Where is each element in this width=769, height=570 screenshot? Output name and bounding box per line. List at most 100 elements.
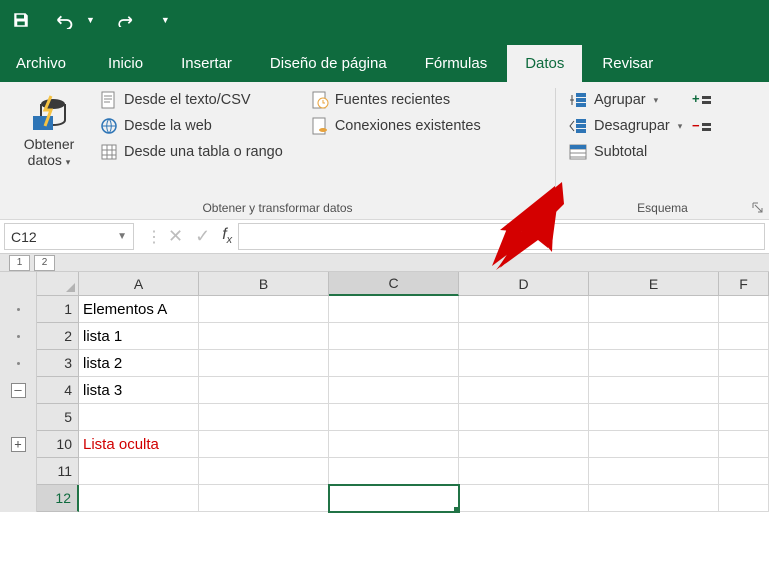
row-header[interactable]: 12 bbox=[37, 485, 79, 512]
cell[interactable] bbox=[329, 404, 459, 431]
select-all-triangle[interactable] bbox=[37, 272, 79, 295]
get-data-button[interactable]: Obtener datos ▾ bbox=[10, 88, 88, 217]
cell[interactable]: Elementos A bbox=[79, 296, 199, 323]
outline-level-2[interactable]: 2 bbox=[34, 255, 55, 271]
tab-insert[interactable]: Insertar bbox=[163, 45, 250, 82]
cell[interactable] bbox=[199, 350, 329, 377]
column-header[interactable]: D bbox=[459, 272, 589, 295]
outline-expand-button[interactable]: + bbox=[11, 437, 26, 452]
ungroup-button[interactable]: Desagrupar ▾ bbox=[566, 116, 684, 136]
from-web-button[interactable]: Desde la web bbox=[98, 116, 285, 136]
cell[interactable] bbox=[199, 485, 329, 512]
recent-sources-button[interactable]: Fuentes recientes bbox=[309, 90, 483, 110]
cell[interactable] bbox=[329, 431, 459, 458]
chevron-down-icon[interactable]: ▼ bbox=[117, 231, 127, 242]
column-header[interactable]: C bbox=[329, 272, 459, 296]
recent-icon bbox=[311, 91, 329, 109]
from-table-button[interactable]: Desde una tabla o rango bbox=[98, 142, 285, 162]
enter-icon[interactable]: ✓ bbox=[195, 226, 210, 247]
cell[interactable] bbox=[459, 458, 589, 485]
cell[interactable] bbox=[199, 431, 329, 458]
dialog-launcher-icon[interactable] bbox=[751, 201, 765, 215]
cell[interactable] bbox=[589, 296, 719, 323]
cell[interactable] bbox=[719, 377, 769, 404]
row-header[interactable]: 3 bbox=[37, 350, 79, 377]
cell[interactable]: lista 3 bbox=[79, 377, 199, 404]
cell[interactable] bbox=[459, 350, 589, 377]
row-header[interactable]: 5 bbox=[37, 404, 79, 431]
row-header[interactable]: 11 bbox=[37, 458, 79, 485]
cell[interactable] bbox=[719, 296, 769, 323]
cell[interactable] bbox=[459, 296, 589, 323]
existing-connections-button[interactable]: Conexiones existentes bbox=[309, 116, 483, 136]
cell[interactable] bbox=[79, 404, 199, 431]
save-icon[interactable] bbox=[12, 11, 30, 29]
tab-formulas[interactable]: Fórmulas bbox=[407, 45, 506, 82]
cell[interactable] bbox=[79, 458, 199, 485]
subtotal-icon bbox=[568, 143, 588, 161]
cell[interactable] bbox=[329, 458, 459, 485]
cancel-icon[interactable]: ✕ bbox=[168, 226, 183, 247]
row-header[interactable]: 2 bbox=[37, 323, 79, 350]
column-header[interactable]: A bbox=[79, 272, 199, 295]
cell[interactable] bbox=[589, 323, 719, 350]
tab-data[interactable]: Datos bbox=[507, 45, 582, 82]
cell[interactable] bbox=[459, 431, 589, 458]
cell[interactable] bbox=[589, 431, 719, 458]
cell[interactable] bbox=[329, 296, 459, 323]
group-button[interactable]: Agrupar ▾ bbox=[566, 90, 684, 110]
row-header[interactable]: 1 bbox=[37, 296, 79, 323]
qat-customize-icon[interactable]: ▼ bbox=[161, 15, 170, 25]
cell[interactable] bbox=[719, 404, 769, 431]
cell[interactable] bbox=[589, 350, 719, 377]
tab-review[interactable]: Revisar bbox=[584, 45, 671, 82]
cell[interactable] bbox=[329, 485, 459, 512]
cell[interactable] bbox=[459, 404, 589, 431]
cell[interactable] bbox=[719, 485, 769, 512]
cell[interactable] bbox=[589, 458, 719, 485]
cell[interactable] bbox=[199, 296, 329, 323]
hide-detail-button[interactable]: − bbox=[692, 119, 712, 138]
cell[interactable] bbox=[719, 323, 769, 350]
cell[interactable] bbox=[589, 404, 719, 431]
cell[interactable] bbox=[199, 377, 329, 404]
cell[interactable]: lista 2 bbox=[79, 350, 199, 377]
fx-icon[interactable]: fx bbox=[222, 226, 232, 246]
column-header[interactable]: F bbox=[719, 272, 769, 295]
cell[interactable] bbox=[199, 458, 329, 485]
outline-level-1[interactable]: 1 bbox=[9, 255, 30, 271]
cell[interactable]: lista 1 bbox=[79, 323, 199, 350]
undo-dropdown-icon[interactable]: ▼ bbox=[86, 15, 95, 25]
cell[interactable] bbox=[79, 485, 199, 512]
name-box[interactable]: C12 ▼ bbox=[4, 223, 134, 250]
cell[interactable] bbox=[459, 377, 589, 404]
cell[interactable] bbox=[199, 323, 329, 350]
tab-page-layout[interactable]: Diseño de página bbox=[252, 45, 405, 82]
cell[interactable]: Lista oculta bbox=[79, 431, 199, 458]
cell[interactable] bbox=[329, 377, 459, 404]
cell[interactable] bbox=[589, 485, 719, 512]
cell[interactable] bbox=[459, 485, 589, 512]
cell[interactable] bbox=[329, 350, 459, 377]
column-header[interactable]: E bbox=[589, 272, 719, 295]
show-detail-button[interactable]: + bbox=[692, 92, 712, 111]
cell[interactable] bbox=[719, 350, 769, 377]
cell[interactable] bbox=[719, 431, 769, 458]
cell[interactable] bbox=[719, 458, 769, 485]
formula-input[interactable] bbox=[238, 223, 765, 250]
subtotal-button[interactable]: Subtotal bbox=[566, 142, 684, 162]
undo-icon[interactable] bbox=[54, 11, 76, 29]
cell[interactable] bbox=[459, 323, 589, 350]
outline-collapse-button[interactable]: – bbox=[11, 383, 26, 398]
cell[interactable] bbox=[199, 404, 329, 431]
row-header[interactable]: 10 bbox=[37, 431, 79, 458]
redo-icon[interactable] bbox=[115, 13, 135, 27]
grid[interactable]: A B C D E F 1Elementos A2lista 13lista 2… bbox=[37, 272, 769, 512]
tab-home[interactable]: Inicio bbox=[90, 45, 161, 82]
row-header[interactable]: 4 bbox=[37, 377, 79, 404]
from-text-csv-button[interactable]: Desde el texto/CSV bbox=[98, 90, 285, 110]
cell[interactable] bbox=[329, 323, 459, 350]
tab-file[interactable]: Archivo bbox=[6, 45, 88, 82]
cell[interactable] bbox=[589, 377, 719, 404]
column-header[interactable]: B bbox=[199, 272, 329, 295]
